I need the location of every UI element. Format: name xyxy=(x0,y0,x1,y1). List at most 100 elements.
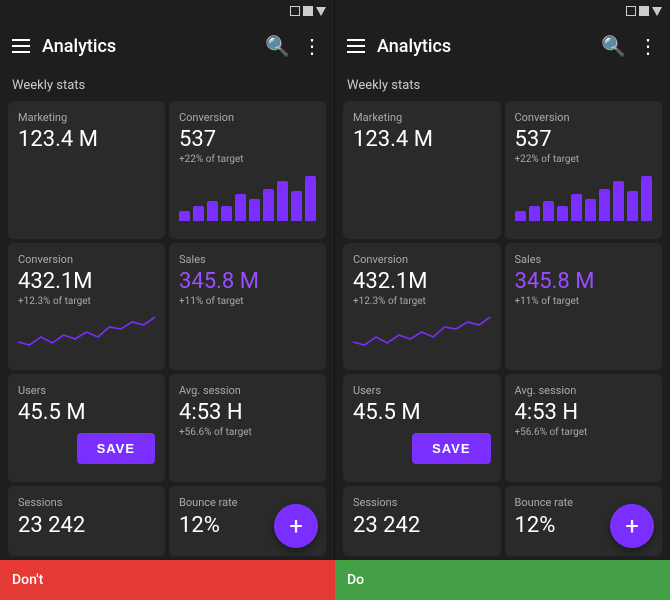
app-title-right: Analytics xyxy=(377,36,589,57)
card-users-right: Users 45.5 M SAVE xyxy=(343,374,501,482)
users-value-right: 45.5 M xyxy=(353,401,491,425)
avg-session-label-right: Avg. session xyxy=(515,384,653,397)
sales-value-left: 345.8 M xyxy=(179,270,316,294)
bar1 xyxy=(179,211,190,221)
avg-session-value-right: 4:53 H xyxy=(515,401,653,425)
conversion-big-sub-left: +12.3% of target xyxy=(18,296,155,307)
conversion-top-label-left: Conversion xyxy=(179,111,316,124)
conversion-top-value-left: 537 xyxy=(179,128,316,152)
line-chart-left xyxy=(18,307,155,352)
save-button-left[interactable]: SAVE xyxy=(77,433,155,464)
card-bounce-right: Bounce rate 12% + xyxy=(505,486,663,556)
sales-label-left: Sales xyxy=(179,253,316,266)
conversion-top-label-right: Conversion xyxy=(515,111,653,124)
card-users-left: Users 45.5 M SAVE xyxy=(8,374,165,482)
marketing-value-left: 123.4 M xyxy=(18,128,155,152)
card-sales-left: Sales 345.8 M +11% of target xyxy=(169,243,326,370)
card-sessions-left: Sessions 23 242 xyxy=(8,486,165,556)
more-icon-left[interactable]: ⋮ xyxy=(302,34,322,58)
conversion-top-value-right: 537 xyxy=(515,128,653,152)
card-sessions-right: Sessions 23 242 xyxy=(343,486,501,556)
card-conversion-big-left: Conversion 432.1M +12.3% of target xyxy=(8,243,165,370)
status-sq1-r xyxy=(626,6,636,16)
status-bar-right xyxy=(335,0,670,22)
conversion-top-sub-right: +22% of target xyxy=(515,154,653,165)
card-conversion-big-right: Conversion 432.1M +12.3% of target xyxy=(343,243,501,370)
conversion-big-sub-right: +12.3% of target xyxy=(353,296,491,307)
status-bar-left xyxy=(0,0,334,22)
sales-sub-right: +11% of target xyxy=(515,296,653,307)
menu-icon-right[interactable] xyxy=(347,39,365,53)
screen-right: Analytics 🔍 ⋮ Weekly stats Marketing 123… xyxy=(335,0,670,560)
avg-session-label-left: Avg. session xyxy=(179,384,316,397)
conversion-big-label-right: Conversion xyxy=(353,253,491,266)
save-button-right[interactable]: SAVE xyxy=(412,433,490,464)
dont-label: Don't xyxy=(0,560,335,600)
marketing-label-left: Marketing xyxy=(18,111,155,124)
users-label-left: Users xyxy=(18,384,155,397)
bar1-r xyxy=(515,211,526,221)
avg-session-sub-right: +56.6% of target xyxy=(515,427,653,438)
bar5-r xyxy=(571,194,582,222)
bar-chart-left xyxy=(179,171,316,221)
card-marketing-right: Marketing 123.4 M xyxy=(343,101,501,239)
avg-session-value-left: 4:53 H xyxy=(179,401,316,425)
status-sq1 xyxy=(290,6,300,16)
bar4 xyxy=(221,206,232,221)
bar10 xyxy=(305,176,316,221)
marketing-value-right: 123.4 M xyxy=(353,128,491,152)
do-label: Do xyxy=(335,560,670,600)
more-icon-right[interactable]: ⋮ xyxy=(638,34,658,58)
sessions-label-right: Sessions xyxy=(353,496,491,509)
app-bar-right: Analytics 🔍 ⋮ xyxy=(335,22,670,70)
bar5 xyxy=(235,194,246,222)
card-marketing-left: Marketing 123.4 M xyxy=(8,101,165,239)
conversion-big-value-right: 432.1M xyxy=(353,270,491,294)
bar8 xyxy=(277,181,288,221)
bar8-r xyxy=(613,181,624,221)
sales-sub-left: +11% of target xyxy=(179,296,316,307)
status-sq2 xyxy=(303,6,313,16)
bar3 xyxy=(207,201,218,221)
bar2-r xyxy=(529,206,540,221)
status-icons-right xyxy=(626,6,662,16)
conversion-big-label-left: Conversion xyxy=(18,253,155,266)
bar10-r xyxy=(641,176,652,221)
screen-left: Analytics 🔍 ⋮ Weekly stats Marketing 123… xyxy=(0,0,335,560)
status-sq2-r xyxy=(639,6,649,16)
menu-icon[interactable] xyxy=(12,39,30,53)
weekly-stats-label-left: Weekly stats xyxy=(0,70,334,97)
sales-label-right: Sales xyxy=(515,253,653,266)
search-icon-left[interactable]: 🔍 xyxy=(265,34,290,58)
bar9-r xyxy=(627,191,638,221)
fab-right[interactable]: + xyxy=(610,504,654,548)
stats-grid-left: Marketing 123.4 M Conversion 537 +22% of… xyxy=(0,97,334,560)
conversion-top-sub-left: +22% of target xyxy=(179,154,316,165)
sessions-value-left: 23 242 xyxy=(18,513,155,538)
card-conversion-top-right: Conversion 537 +22% of target xyxy=(505,101,663,239)
sessions-label-left: Sessions xyxy=(18,496,155,509)
bottom-bar: Don't Do xyxy=(0,560,670,600)
bar6 xyxy=(249,199,260,222)
bar2 xyxy=(193,206,204,221)
status-tri-r xyxy=(652,7,662,16)
marketing-label-right: Marketing xyxy=(353,111,491,124)
conversion-big-value-left: 432.1M xyxy=(18,270,155,294)
app-bar-left: Analytics 🔍 ⋮ xyxy=(0,22,334,70)
card-avg-session-left: Avg. session 4:53 H +56.6% of target xyxy=(169,374,326,482)
app-title-left: Analytics xyxy=(42,36,253,57)
users-value-left: 45.5 M xyxy=(18,401,155,425)
bar9 xyxy=(291,191,302,221)
status-tri xyxy=(316,7,326,16)
line-chart-right xyxy=(353,307,491,352)
search-icon-right[interactable]: 🔍 xyxy=(601,34,626,58)
card-sales-right: Sales 345.8 M +11% of target xyxy=(505,243,663,370)
card-avg-session-right: Avg. session 4:53 H +56.6% of target xyxy=(505,374,663,482)
bar7 xyxy=(263,189,274,222)
status-icons-left xyxy=(290,6,326,16)
card-bounce-left: Bounce rate 12% + xyxy=(169,486,326,556)
bar7-r xyxy=(599,189,610,222)
bar6-r xyxy=(585,199,596,222)
fab-left[interactable]: + xyxy=(274,504,318,548)
sales-value-right: 345.8 M xyxy=(515,270,653,294)
